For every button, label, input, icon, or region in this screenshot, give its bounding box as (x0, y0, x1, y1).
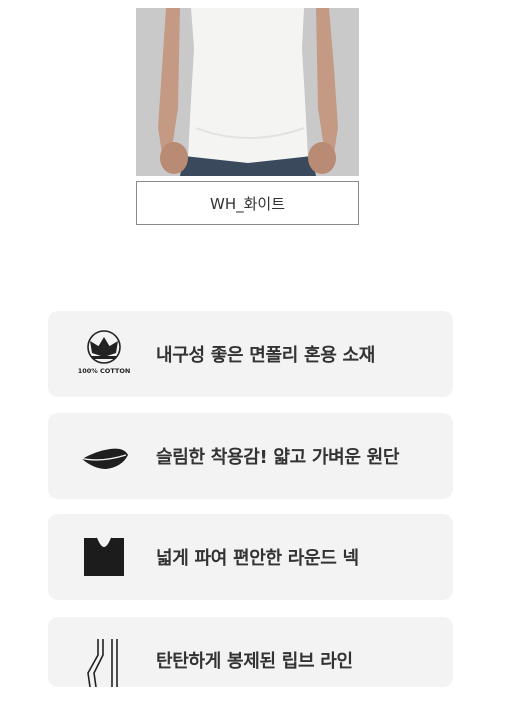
feature-card-cotton: 100% COTTON 내구성 좋은 면폴리 혼용 소재 (48, 311, 453, 397)
feature-card-round-neck: 넓게 파여 편안한 라운드 넥 (48, 514, 453, 600)
color-option-label[interactable]: WH_화이트 (136, 181, 359, 225)
feature-card-rib-line: 탄탄하게 봉제된 립브 라인 (48, 617, 453, 687)
cotton-icon-label: 100% COTTON (78, 367, 131, 375)
product-photo (136, 8, 359, 176)
feature-text: 내구성 좋은 면폴리 혼용 소재 (156, 345, 375, 366)
round-neck-icon (76, 530, 132, 584)
cotton-icon: 100% COTTON (76, 327, 132, 381)
rib-line-icon (76, 633, 132, 687)
feather-icon (76, 429, 132, 483)
color-option-text: WH_화이트 (209, 194, 285, 213)
feature-text: 탄탄하게 봉제된 립브 라인 (156, 651, 353, 672)
feature-card-slim-fit: 슬림한 착용감! 얇고 가벼운 원단 (48, 413, 453, 499)
feature-text: 넓게 파여 편안한 라운드 넥 (156, 548, 359, 569)
feature-text: 슬림한 착용감! 얇고 가벼운 원단 (156, 447, 400, 468)
